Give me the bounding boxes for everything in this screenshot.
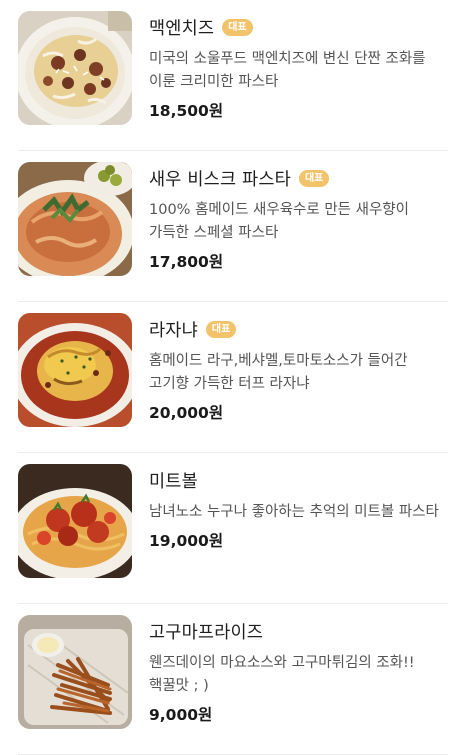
menu-item-info: 새우 비스크 파스타 대표 100% 홈메이드 새우육수로 만든 새우향이 가득… (149, 165, 449, 272)
meatball-pasta-photo (18, 464, 132, 578)
menu-item-name: 라자냐 (149, 320, 198, 341)
menu-item-shrimp-bisque-pasta[interactable]: 새우 비스크 파스타 대표 100% 홈메이드 새우육수로 만든 새우향이 가득… (0, 151, 466, 302)
menu-item-sweet-potato-fries[interactable]: 고구마프라이즈 웬즈데이의 마요소스와 고구마튀김의 조화!! 핵꿀맛 ; ) … (0, 604, 466, 755)
sweet-potato-fries-photo (18, 615, 132, 729)
menu-item-description: 웬즈데이의 마요소스와 고구마튀김의 조화!! 핵꿀맛 ; ) (149, 655, 415, 694)
menu-item-price: 17,800원 (149, 253, 224, 271)
menu-item-lasagna[interactable]: 라자냐 대표 홈메이드 라구,베샤멜,토마토소스가 들어간 고기향 가득한 터프… (0, 302, 466, 453)
menu-item-info: 라자냐 대표 홈메이드 라구,베샤멜,토마토소스가 들어간 고기향 가득한 터프… (149, 316, 449, 423)
signature-badge: 대표 (222, 18, 253, 36)
menu-item-meatball[interactable]: 미트볼 남녀노소 누구나 좋아하는 추억의 미트볼 파스타 19,000원 (0, 453, 466, 604)
menu-item-name: 미트볼 (149, 471, 198, 492)
title-row: 맥엔치즈 대표 (149, 14, 449, 40)
signature-badge: 대표 (205, 320, 237, 338)
menu-item-price: 9,000원 (149, 706, 213, 724)
menu-item-name: 맥엔치즈 (149, 18, 215, 39)
menu-list: 맥엔치즈 대표 미국의 소울푸드 맥엔치즈에 변신 단짠 조화를 이룬 크리미한… (0, 0, 466, 755)
shrimp-bisque-pasta-photo (18, 162, 132, 276)
mac-and-cheese-photo (18, 11, 132, 125)
signature-badge: 대표 (298, 169, 330, 187)
menu-item-description: 남녀노소 누구나 좋아하는 추억의 미트볼 파스타 (149, 504, 439, 520)
menu-item-mac-and-cheese[interactable]: 맥엔치즈 대표 미국의 소울푸드 맥엔치즈에 변신 단짠 조화를 이룬 크리미한… (0, 0, 466, 151)
menu-item-info: 맥엔치즈 대표 미국의 소울푸드 맥엔치즈에 변신 단짠 조화를 이룬 크리미한… (149, 14, 449, 121)
title-row: 라자냐 대표 (149, 316, 449, 342)
menu-item-price: 20,000원 (149, 404, 224, 422)
title-row: 미트볼 (149, 467, 449, 493)
menu-item-price: 19,000원 (149, 532, 224, 550)
menu-item-price: 18,500원 (149, 102, 224, 120)
menu-item-description: 100% 홈메이드 새우육수로 만든 새우향이 가득한 스페셜 파스타 (149, 202, 409, 241)
lasagna-photo (18, 313, 132, 427)
menu-item-description: 미국의 소울푸드 맥엔치즈에 변신 단짠 조화를 이룬 크리미한 파스타 (149, 51, 426, 90)
menu-item-info: 고구마프라이즈 웬즈데이의 마요소스와 고구마튀김의 조화!! 핵꿀맛 ; ) … (149, 618, 449, 725)
menu-item-description: 홈메이드 라구,베샤멜,토마토소스가 들어간 고기향 가득한 터프 라자냐 (149, 353, 408, 392)
title-row: 고구마프라이즈 (149, 618, 449, 644)
title-row: 새우 비스크 파스타 대표 (149, 165, 449, 191)
menu-item-name: 새우 비스크 파스타 (149, 169, 291, 190)
menu-item-info: 미트볼 남녀노소 누구나 좋아하는 추억의 미트볼 파스타 19,000원 (149, 467, 449, 551)
menu-item-name: 고구마프라이즈 (149, 622, 264, 643)
